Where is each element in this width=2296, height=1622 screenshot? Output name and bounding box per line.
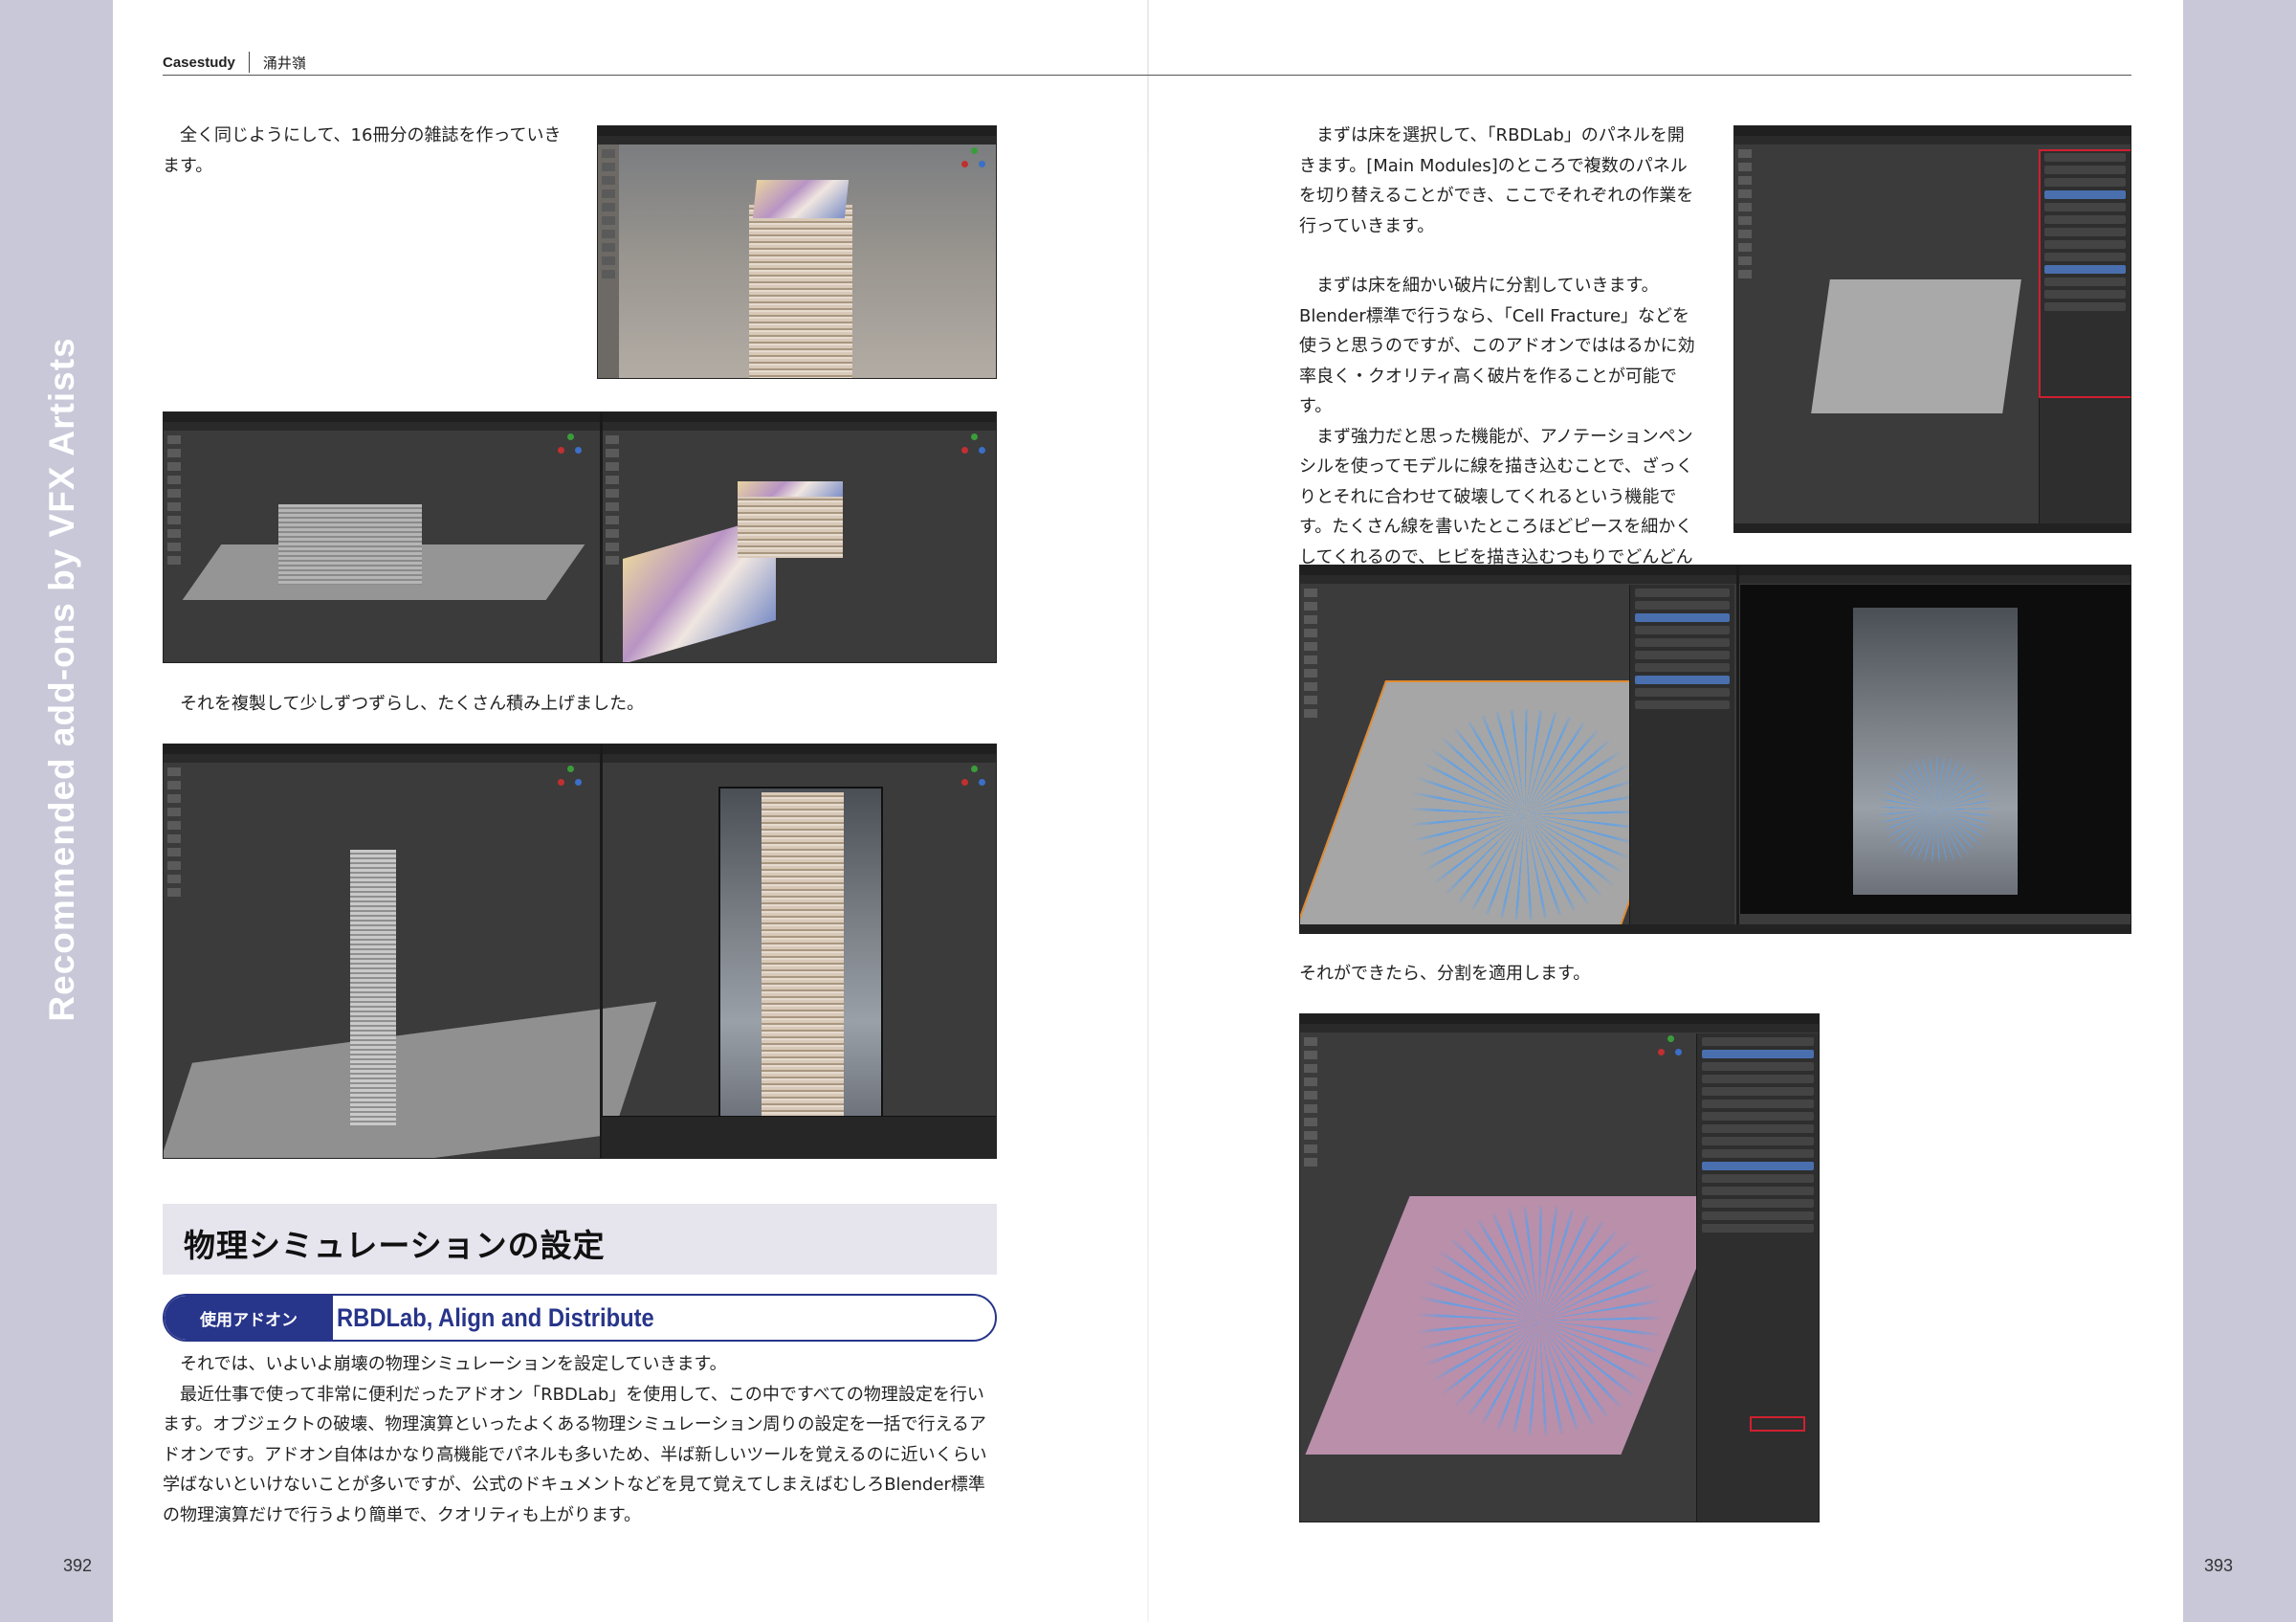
left-para-2: それを複製して少しずつずらし、たくさん積み上げました。 — [180, 694, 645, 714]
screenshot-rbdlab-panel — [1733, 125, 2131, 533]
addon-label: 使用アドオン — [165, 1296, 333, 1340]
addon-name: RBDLab, Align and Distribute — [337, 1303, 654, 1332]
screenshot-magazine-stack — [597, 125, 997, 379]
section-heading-box: 物理シミュレーションの設定 — [163, 1204, 997, 1275]
section-title: 物理シミュレーションの設定 — [184, 1227, 606, 1264]
right-body-top: まずは床を選択して、「RBDLab」のパネルを開きます。[Main Module… — [1299, 121, 1701, 603]
book-spine — [1147, 0, 1149, 1622]
screenshot-tall-tower — [163, 744, 997, 1159]
page-number-right: 393 — [2203, 1556, 2233, 1575]
right-para-2: まずは床を細かい破片に分割していきます。Blender標準で行うなら、「Cell… — [1299, 276, 1695, 416]
screenshot-fractured-floor — [1299, 1013, 1820, 1522]
right-para-4: それができたら、分割を適用します。 — [1299, 964, 1591, 984]
left-para-3: それでは、いよいよ崩壊の物理シミュレーションを設定していきます。 — [180, 1354, 727, 1374]
right-para-4-block: それができたら、分割を適用します。 — [1299, 959, 1701, 989]
left-body-simulation: それでは、いよいよ崩壊の物理シミュレーションを設定していきます。 最近仕事で使っ… — [163, 1349, 997, 1530]
header-section: Casestudy — [163, 54, 235, 71]
header-rule — [163, 75, 2131, 76]
header-author: 涌井嶺 — [262, 55, 306, 72]
left-para-4: 最近仕事で使って非常に便利だったアドオン「RBDLab」を使用して、この中ですべ… — [163, 1384, 987, 1525]
screenshot-annotation-cracks — [1299, 565, 2131, 934]
right-para-1: まずは床を選択して、「RBDLab」のパネルを開きます。[Main Module… — [1299, 125, 1694, 236]
left-para-1: 全く同じようにして、16冊分の雑誌を作っていきます。 — [163, 125, 562, 176]
vertical-book-title: Recommended add-ons by VFX Artists — [42, 337, 81, 1022]
header-separator — [248, 52, 250, 73]
page-number-left: 392 — [63, 1556, 93, 1575]
right-side-band — [2183, 0, 2296, 1622]
addon-bar: 使用アドオン RBDLab, Align and Distribute — [163, 1294, 997, 1342]
screenshot-split-viewport-stack — [163, 411, 997, 663]
running-header: Casestudy 涌井嶺 — [163, 50, 306, 75]
